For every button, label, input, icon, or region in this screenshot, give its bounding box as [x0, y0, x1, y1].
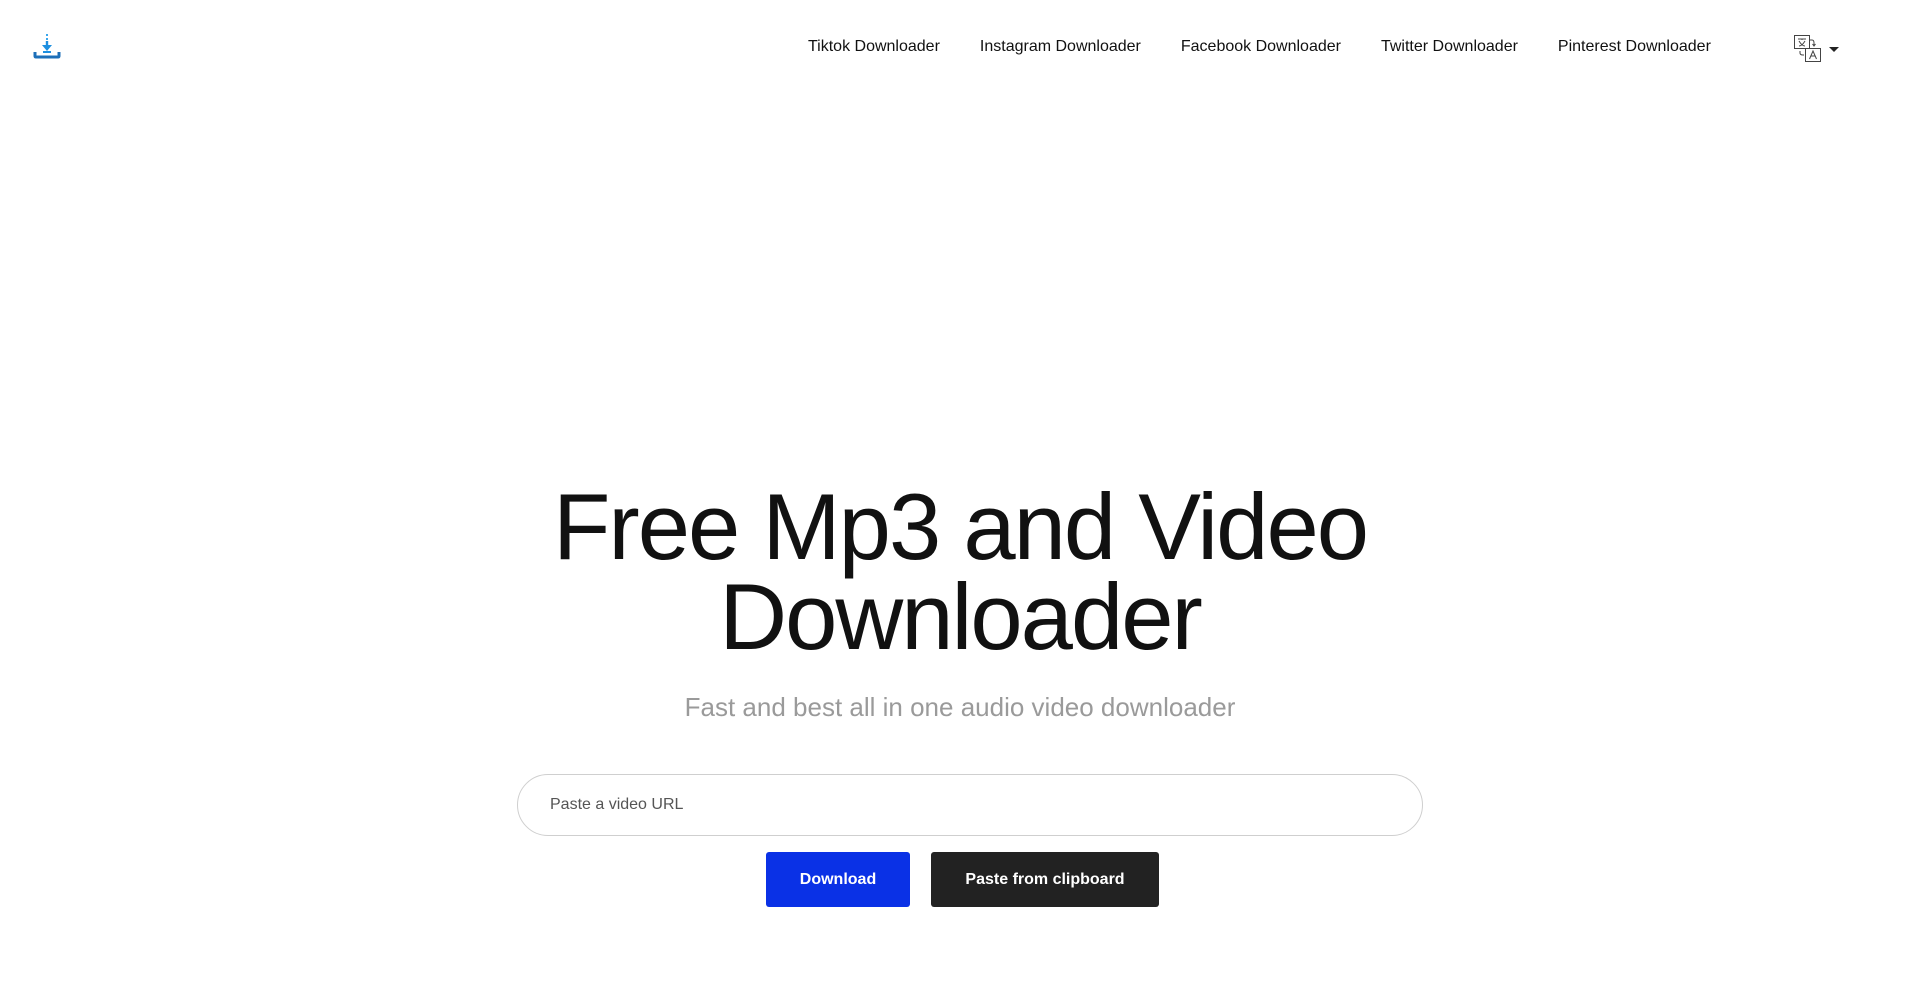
page-title-line-2: Downloader	[719, 564, 1203, 669]
language-selector[interactable]	[1793, 34, 1841, 64]
site-header: Tiktok Downloader Instagram Downloader F…	[0, 0, 1920, 94]
nav-pinterest-downloader[interactable]: Pinterest Downloader	[1558, 36, 1711, 58]
url-input-container	[517, 774, 1423, 836]
nav-twitter-downloader[interactable]: Twitter Downloader	[1381, 36, 1518, 58]
nav-tiktok-downloader[interactable]: Tiktok Downloader	[808, 36, 940, 58]
page-subtitle: Fast and best all in one audio video dow…	[684, 692, 1236, 722]
caret-down-icon	[1829, 46, 1839, 52]
hero-section: Free Mp3 and Video Downloader Fast and b…	[0, 480, 1920, 723]
download-button[interactable]: Download	[766, 852, 910, 907]
page-title: Free Mp3 and Video Downloader	[0, 480, 1920, 664]
video-url-input[interactable]	[550, 796, 1390, 814]
download-tray-icon	[33, 34, 61, 59]
translate-icon	[1794, 35, 1821, 62]
nav-facebook-downloader[interactable]: Facebook Downloader	[1181, 36, 1341, 58]
nav-instagram-downloader[interactable]: Instagram Downloader	[980, 36, 1141, 58]
logo-link[interactable]	[32, 32, 62, 60]
main-nav: Tiktok Downloader Instagram Downloader F…	[808, 36, 1711, 58]
paste-from-clipboard-button[interactable]: Paste from clipboard	[931, 852, 1159, 907]
